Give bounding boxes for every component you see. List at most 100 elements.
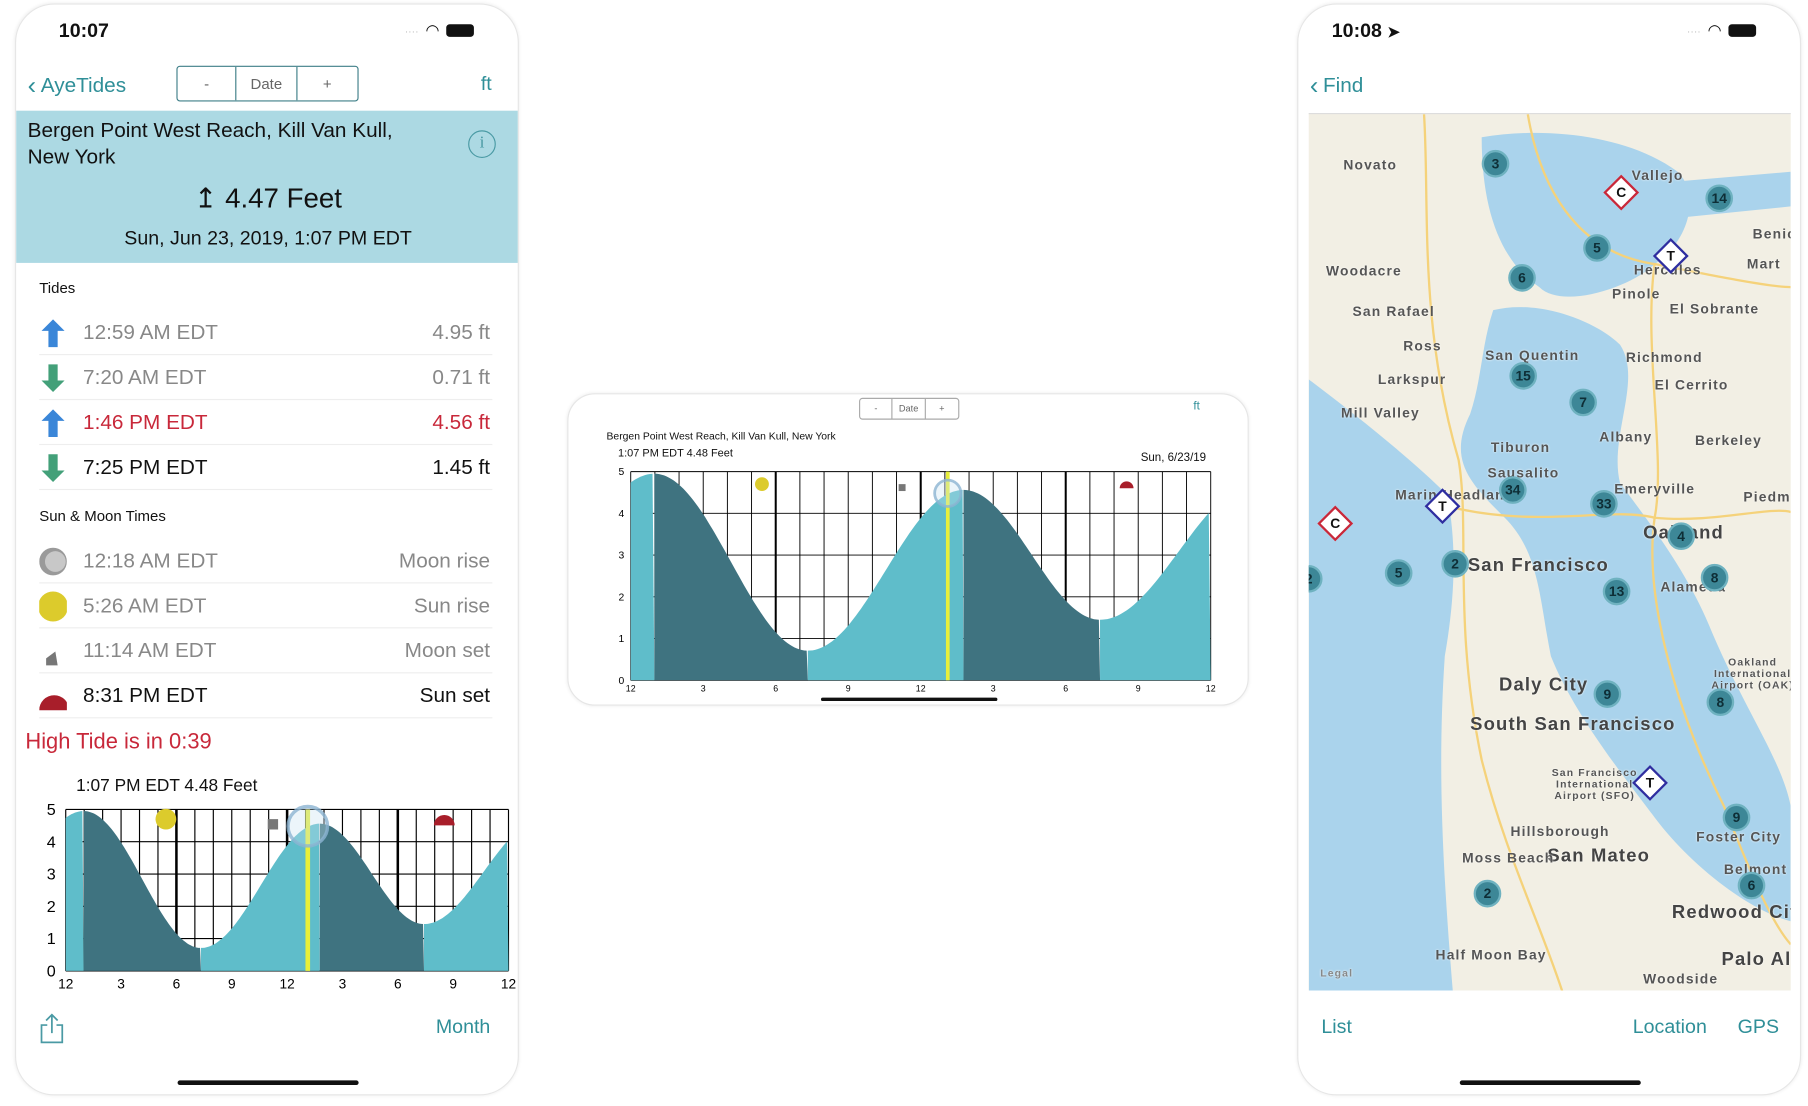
y-tick-label: 2 [47,898,56,916]
find-back-button[interactable]: ‹ Find [1310,70,1363,100]
map-place-label: Sausalito [1487,464,1560,481]
y-tick-label: 3 [619,551,625,562]
station-cluster-marker[interactable]: 2 [1473,879,1502,908]
x-tick-label: 3 [117,977,125,992]
month-button[interactable]: Month [436,1016,490,1039]
station-cluster-marker[interactable]: 34 [1498,476,1527,504]
tide-height: 1.45 ft [432,455,491,479]
tide-time: 12:59 AM EDT [83,320,219,344]
location-button[interactable]: Location [1633,1016,1707,1039]
station-cluster-marker[interactable]: 9 [1593,680,1622,708]
y-tick-label: 2 [619,592,625,603]
tide-height: 4.95 ft [432,320,491,344]
map-place-label: Tiburon [1490,439,1551,456]
map-place-label: Foster City [1696,829,1782,846]
date-segmented-control: - Date + [176,65,359,102]
map-legal-link[interactable]: Legal [1320,967,1353,979]
x-tick-label: 12 [1206,684,1216,694]
event-label: Moon set [404,638,491,662]
x-tick-label: 12 [58,977,73,992]
signal-icon: ···· [404,24,419,37]
station-cluster-marker[interactable]: 15 [1509,362,1538,390]
y-tick-label: 0 [619,676,625,687]
status-time-text: 10:08 [1331,19,1382,42]
low-tide-arrow-icon [39,361,67,393]
next-day-button[interactable]: + [297,67,357,100]
moonset-marker [898,484,906,492]
list-button[interactable]: List [1321,1016,1352,1039]
y-tick-label: 4 [47,833,56,851]
station-cluster-marker[interactable]: 8 [1706,688,1735,717]
x-tick-label: 12 [279,977,294,992]
station-cluster-marker[interactable]: 14 [1705,184,1734,213]
wifi-icon: ◠ [425,20,440,40]
sunrise-marker [755,477,769,492]
map-view[interactable]: Novato Vallejo Benic Mart Woodacre San Rafael… [1308,112,1791,991]
station-cluster-marker[interactable]: 13 [1602,577,1631,606]
status-icons-right: ···· ◠ [1687,21,1757,41]
landscape-tide-chart[interactable]: 01234512 3 6 9 12 3 6 9 12 [568,464,1248,695]
landscape-phone: - Date + ft Bergen Point West Reach, Kil… [567,393,1249,706]
share-icon [40,1013,64,1044]
battery-icon [446,24,475,37]
info-icon[interactable]: i [468,130,496,158]
map-place-label: Hillsborough [1510,823,1610,840]
x-tick-label: 3 [991,684,996,694]
tide-time: 7:25 PM EDT [83,455,208,479]
station-cluster-marker[interactable]: 5 [1384,559,1413,587]
moonset-marker [267,819,279,830]
y-tick-label: 1 [47,930,56,948]
map-place-label: Woodside [1643,970,1719,988]
current-datetime: Sun, Jun 23, 2019, 1:07 PM EDT [124,227,412,250]
y-tick-label: 4 [619,509,625,520]
share-button[interactable] [39,1012,64,1044]
x-tick-label: 9 [1136,684,1141,694]
tide-row[interactable]: 1:46 PM EDT 4.56 ft [39,401,493,446]
tide-height: 4.56 ft [432,410,491,434]
map-place-label: Half Moon Bay [1435,946,1547,963]
date-button[interactable]: Date [237,66,298,101]
sun-moon-row: 5:26 AM EDT Sun rise [39,585,493,629]
high-tide-arrow-icon [39,406,67,438]
station-cluster-marker[interactable]: 3 [1481,149,1510,178]
landscape-next-button[interactable]: + [926,399,959,419]
landscape-previous-button[interactable]: - [860,398,893,419]
station-cluster-marker[interactable]: 4 [1667,522,1695,551]
tide-chart[interactable]: 01234512 3 6 9 12 3 6 9 12 [16,798,519,996]
station-cluster-marker[interactable]: 33 [1590,490,1618,518]
status-icons: ···· ◠ [404,20,475,41]
x-tick-label: 6 [1063,684,1068,694]
station-marker-letter: T [1666,247,1676,265]
tide-row[interactable]: 7:20 AM EDT 0.71 ft [39,356,493,401]
landscape-units-button[interactable]: ft [1193,400,1199,413]
units-button[interactable]: ft [481,73,492,96]
station-cluster-marker[interactable]: 6 [1737,871,1766,900]
gps-button[interactable]: GPS [1738,1016,1779,1039]
station-cluster-marker[interactable]: 5 [1583,234,1611,262]
back-button[interactable]: ‹ AyeTides [28,70,126,100]
map-place-label: Redwood City [1671,902,1791,923]
tide-row[interactable]: 7:25 PM EDT 1.45 ft [39,446,493,491]
find-label: Find [1322,73,1364,97]
event-label: Sun rise [413,593,491,617]
status-time: 10:07 [58,19,109,42]
sun-moon-row: 8:31 PM EDT Sun set [39,675,493,719]
tide-row[interactable]: 12:59 AM EDT 4.95 ft [39,311,493,356]
station-cluster-marker[interactable]: 9 [1722,803,1751,832]
map-place-label: Pinole [1611,285,1661,303]
map-place-label: El Sobrante [1669,300,1760,318]
low-tide-arrow-icon [39,451,67,483]
tide-height: 0.71 ft [432,365,491,389]
x-tick-label: 6 [173,977,181,992]
station-marker-letter: C [1330,515,1341,532]
station-cluster-marker[interactable]: 8 [1700,563,1729,592]
station-cluster-marker[interactable]: 2 [1441,550,1469,578]
current-time-handle [933,478,963,508]
home-indicator [177,1080,359,1086]
station-header: Bergen Point West Reach, Kill Van Kull, … [16,110,518,263]
landscape-date-button[interactable]: Date [893,398,926,419]
map-place-label: South San Francisco [1470,714,1676,735]
station-cluster-marker[interactable]: 6 [1508,264,1536,292]
station-cluster-marker[interactable]: 7 [1569,388,1597,417]
previous-day-button[interactable]: - [178,66,237,101]
